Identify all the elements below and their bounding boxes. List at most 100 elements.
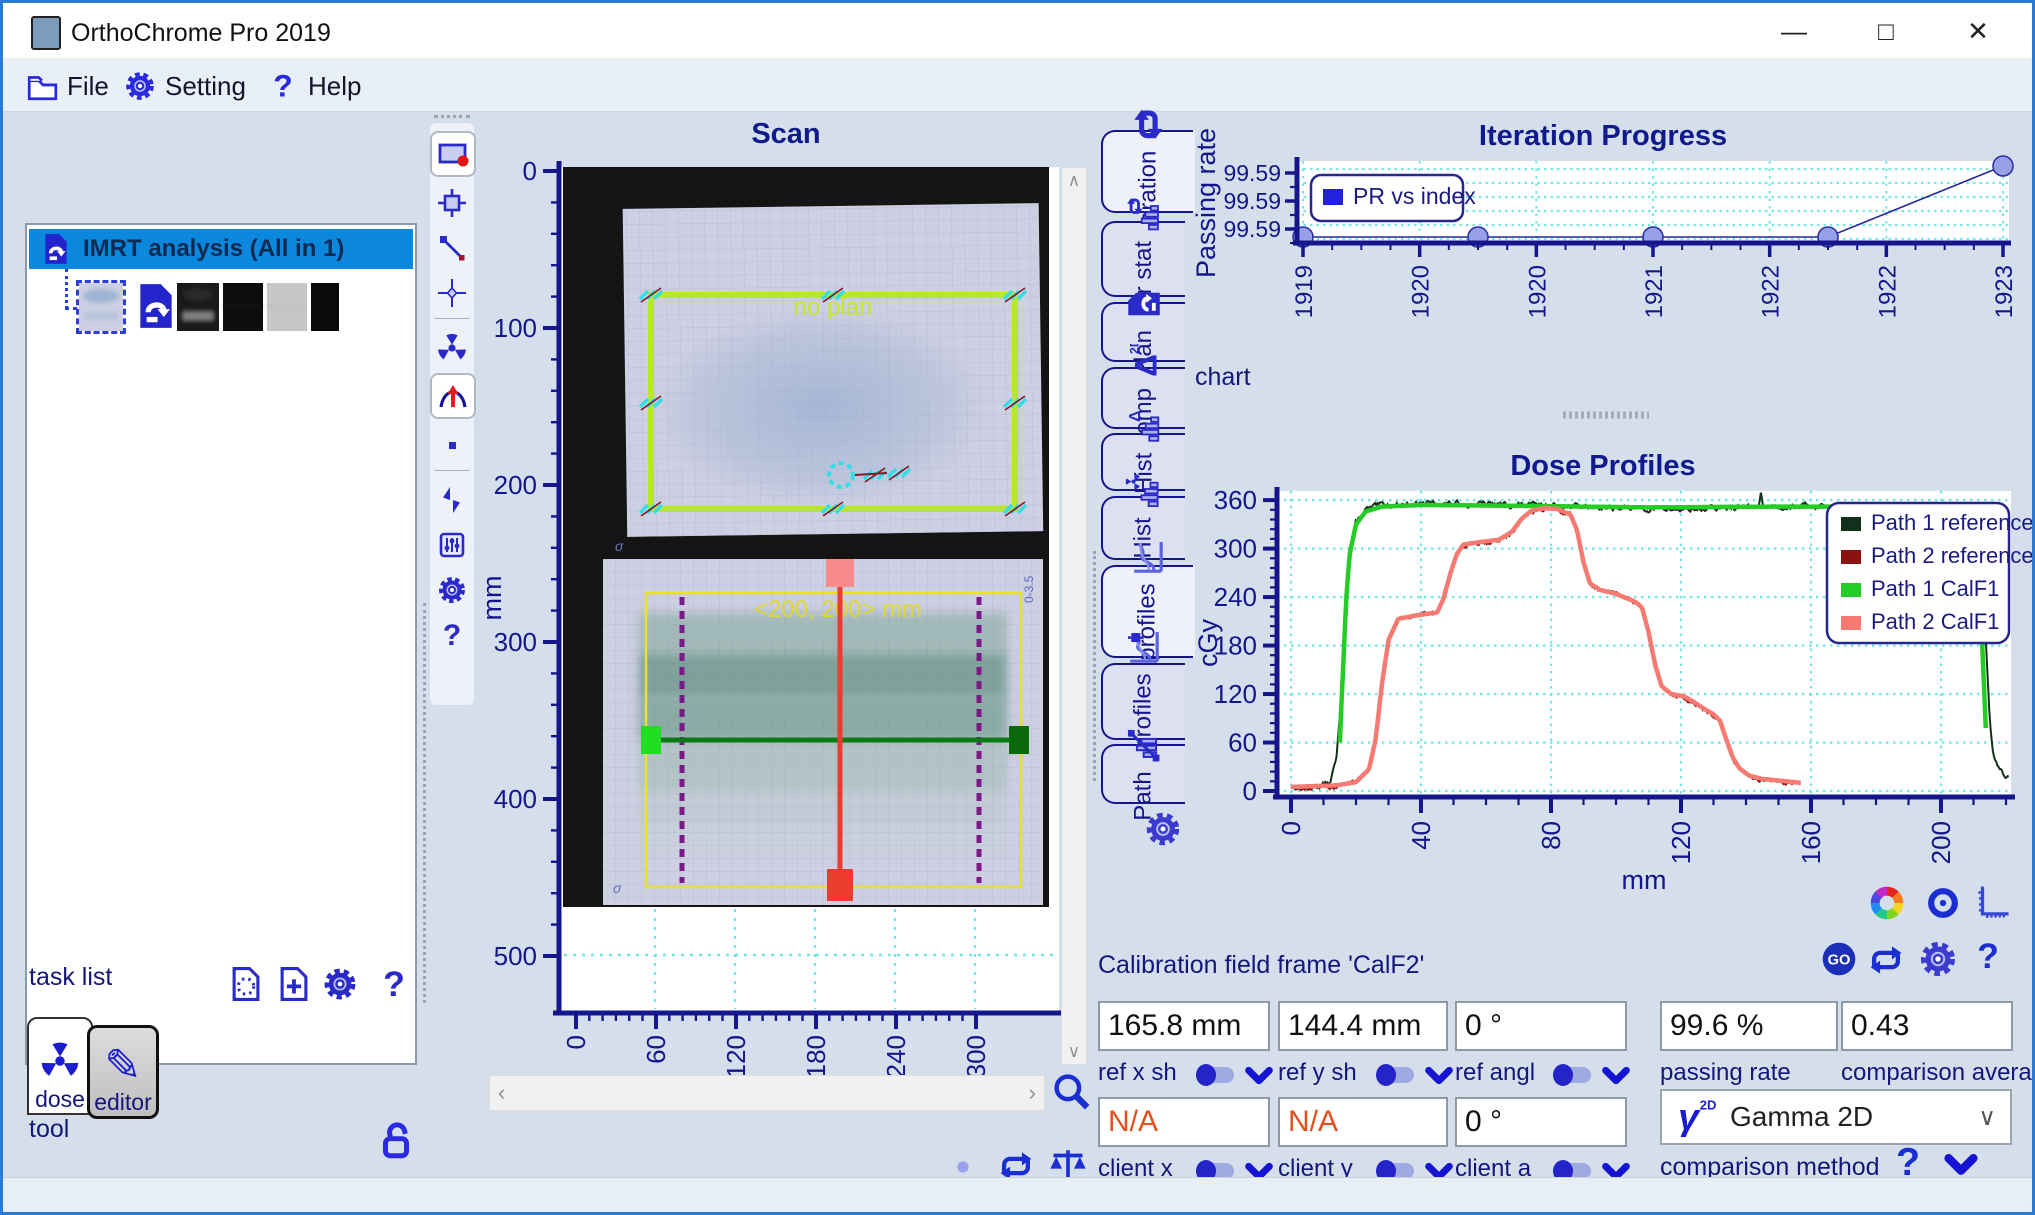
svg-text:300: 300 [961, 1035, 991, 1078]
help-icon[interactable]: ? [1969, 937, 2007, 975]
profile-handle-top[interactable] [826, 559, 854, 587]
color-wheel-icon[interactable] [1869, 885, 1905, 921]
thumbnail-film-gray[interactable] [267, 283, 307, 331]
toolbar-button-gear-icon[interactable] [432, 570, 472, 610]
delta2d-icon: Δ2D [1126, 344, 1162, 380]
thumbnail-film-dark[interactable] [177, 283, 219, 331]
minimize-button[interactable]: — [1771, 11, 1817, 51]
toolbar-button-crop-handles-icon[interactable] [432, 183, 472, 223]
chevron-down-icon[interactable] [1601, 1061, 1631, 1091]
bars-delta-icon: Δ [1126, 409, 1162, 445]
svg-text:100: 100 [494, 313, 537, 343]
scroll-right-arrow[interactable]: › [1029, 1080, 1036, 1106]
toolbar-button-peak-arrow-icon[interactable] [430, 373, 476, 419]
thumbnail-film-darkest[interactable] [311, 283, 339, 331]
comparison-method-dropdown[interactable]: γ2DGamma 2D∨ [1660, 1089, 2012, 1145]
profile-handle-left[interactable] [641, 726, 661, 754]
toolbar-button-region-rect-icon[interactable] [430, 131, 476, 177]
scan-horizontal-scrollbar[interactable]: ‹› [489, 1075, 1045, 1111]
toolbar-separator [434, 470, 470, 471]
repeat-icon[interactable] [1867, 941, 1905, 979]
close-button[interactable]: ✕ [1955, 11, 2001, 51]
menu-item-label: Setting [165, 71, 246, 102]
svg-text:0-3.5: 0-3.5 [1022, 575, 1036, 603]
field-ref-y-sh[interactable]: 144.4 mm [1278, 1001, 1448, 1051]
registration-icon [436, 529, 468, 561]
thumbnail-doc-icon[interactable] [131, 281, 175, 333]
svg-text:2D: 2D [1127, 344, 1141, 354]
chevron-down-icon[interactable] [1424, 1061, 1454, 1091]
scroll-down-arrow[interactable]: ∨ [1062, 1042, 1086, 1062]
scroll-up-arrow[interactable]: ∧ [1062, 168, 1086, 194]
menu-item-file[interactable]: File [25, 66, 109, 106]
no-plan-label: no plan [794, 294, 873, 321]
toolbar-button-help-icon[interactable]: ? [432, 615, 472, 655]
go-button[interactable]: GO [1821, 941, 1857, 977]
chart-settings-gear-icon[interactable] [1143, 809, 1183, 849]
svg-text:99.59: 99.59 [1223, 216, 1281, 242]
field-passing-rate[interactable]: 99.6 % [1660, 1001, 1838, 1051]
field-toggle[interactable] [1553, 1067, 1591, 1083]
field-toggle[interactable] [1196, 1067, 1234, 1083]
add-task-doc-plus-icon[interactable] [275, 965, 313, 1003]
svg-text:?: ? [273, 69, 292, 103]
svg-text:1922: 1922 [1874, 265, 1901, 318]
panel-splitter[interactable] [423, 603, 426, 1003]
toolbar-drag-handle[interactable] [434, 115, 470, 118]
toolbar-button-point-icon[interactable] [432, 425, 472, 465]
toolbar-button-line-profile-icon[interactable] [432, 228, 472, 268]
thumbnail-film-black[interactable] [223, 283, 263, 331]
task-item-label: IMRT analysis (All in 1) [83, 235, 344, 263]
chevron-down-icon[interactable] [1244, 1061, 1274, 1091]
scan-vertical-scrollbar[interactable]: ∧∨ [1061, 167, 1087, 1065]
svg-text:Path 1 CalF1: Path 1 CalF1 [1871, 576, 1999, 601]
radiation-icon [436, 332, 468, 364]
toolbar-button-crosshair-icon[interactable] [432, 273, 472, 313]
task-list-box[interactable]: IMRT analysis (All in 1) [25, 223, 417, 1065]
thumbnail-film-light-selected[interactable] [79, 283, 123, 331]
tab-path[interactable]: Path [1101, 744, 1185, 804]
scroll-left-arrow[interactable]: ‹ [498, 1080, 505, 1106]
field-client-y[interactable]: N/A [1278, 1097, 1448, 1147]
thumb-detail [182, 311, 214, 322]
field-toggle[interactable] [1376, 1067, 1414, 1083]
field-client-a[interactable]: 0 ° [1455, 1097, 1627, 1147]
tool-tab-dose[interactable]: dose [27, 1017, 93, 1115]
svg-text:GO: GO [1828, 953, 1851, 969]
profile-handle-right[interactable] [1009, 726, 1029, 754]
svg-text:γ: γ [1678, 1097, 1701, 1137]
unlock-icon[interactable] [375, 1119, 417, 1161]
target-icon[interactable] [1925, 885, 1961, 921]
menu-item-setting[interactable]: Setting [123, 66, 246, 106]
svg-text:1920: 1920 [1408, 265, 1435, 318]
svg-text:160: 160 [1796, 821, 1826, 864]
task-settings-gear-icon[interactable] [321, 965, 359, 1003]
field-ref-angl[interactable]: 0 ° [1455, 1001, 1627, 1051]
toolbar-button-radiation-icon[interactable] [432, 328, 472, 368]
svg-text:240: 240 [881, 1035, 911, 1078]
tool-label: tool [29, 1115, 129, 1145]
field-client-x[interactable]: N/A [1098, 1097, 1270, 1147]
task-help-help-icon[interactable]: ? [375, 965, 413, 1003]
tool-tab-editor[interactable]: ✎editor [87, 1025, 159, 1119]
gear-icon[interactable] [1917, 938, 1959, 980]
field-comparison-avera[interactable]: 0.43 [1841, 1001, 2013, 1051]
task-item-selected[interactable]: IMRT analysis (All in 1) [29, 229, 413, 269]
magnifier-icon[interactable] [1051, 1071, 1091, 1111]
profile-handle-bottom[interactable] [827, 869, 853, 901]
thumb-detail [223, 306, 263, 307]
svg-text:Δ: Δ [1127, 354, 1162, 377]
svg-text:99.59: 99.59 [1223, 188, 1281, 214]
status-strip [3, 1177, 2032, 1212]
svg-text:1922: 1922 [1758, 265, 1785, 318]
axes-icon[interactable] [1973, 883, 2011, 921]
menu-item-help[interactable]: ?Help [266, 66, 361, 106]
menu-bar: File Setting ?Help [3, 58, 2032, 112]
peak-arrow-icon [437, 380, 469, 412]
toolbar-button-registration-icon[interactable] [432, 525, 472, 565]
maximize-button[interactable]: □ [1863, 11, 1909, 51]
field-ref-x-sh[interactable]: 165.8 mm [1098, 1001, 1270, 1051]
toolbar-button-flags-icon[interactable] [432, 480, 472, 520]
select-scan-doc-dashed-icon[interactable] [227, 965, 265, 1003]
svg-text:1923: 1923 [1991, 265, 2018, 318]
